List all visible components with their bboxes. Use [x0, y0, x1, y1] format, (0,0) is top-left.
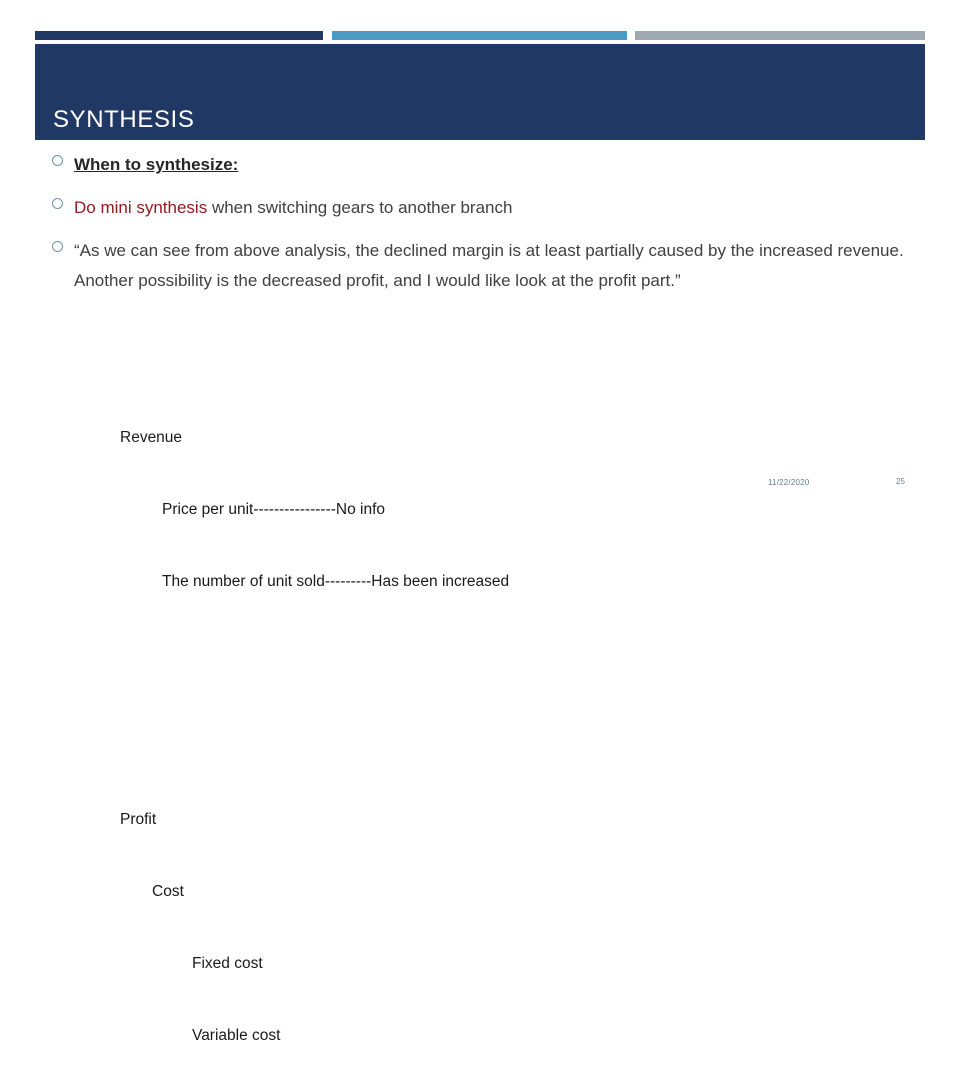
bullet-text: When to synthesize:	[74, 155, 239, 174]
bullet-item-when-to-synthesize: When to synthesize:	[52, 150, 932, 179]
bullet-text: “As we can see from above analysis, the …	[74, 241, 904, 290]
bullet-rest-text: when switching gears to another branch	[207, 198, 513, 218]
content-body: When to synthesize: Do mini synthesis wh…	[52, 150, 932, 309]
outline-line-fixed-cost: Fixed cost	[192, 955, 263, 973]
outline-line-number-of-unit-sold: The number of unit sold---------Has been…	[162, 573, 510, 591]
header-accent-bars	[35, 31, 925, 40]
outline-text-block: Revenue Price per unit----------------No…	[120, 330, 509, 1080]
accent-bar-blue	[332, 31, 627, 40]
outline-heading-profit: Profit	[120, 811, 157, 829]
outline-line-variable-cost: Variable cost	[192, 1027, 281, 1045]
accent-bar-gray	[635, 31, 925, 40]
bullet-text: Do mini synthesis when switching gears t…	[74, 193, 932, 222]
page-title: SYNTHESIS	[53, 106, 195, 133]
outline-subheading-cost: Cost	[152, 883, 184, 901]
footer-date: 11/22/2020	[768, 478, 810, 487]
footer-page-number: 25	[896, 477, 905, 486]
bullet-item-mini-synthesis: Do mini synthesis when switching gears t…	[52, 193, 932, 222]
outline-group-profit: Profit Cost Fixed cost Variable cost	[120, 760, 509, 1080]
bullet-item-quote: “As we can see from above analysis, the …	[52, 236, 932, 294]
bullet-marker-icon	[52, 236, 74, 256]
bullet-marker-icon	[52, 150, 74, 170]
outline-line-price-per-unit: Price per unit----------------No info	[162, 501, 386, 519]
title-band: SYNTHESIS	[35, 44, 925, 140]
bullet-emphasis-text: Do mini synthesis	[74, 198, 208, 218]
slide: SYNTHESIS When to synthesize: Do mini sy…	[0, 0, 960, 1044]
outline-group-revenue: Revenue Price per unit----------------No…	[120, 378, 509, 642]
accent-bar-dark	[35, 31, 323, 40]
outline-spacer	[120, 690, 509, 712]
bullet-marker-icon	[52, 193, 74, 213]
outline-heading-revenue: Revenue	[120, 429, 183, 447]
